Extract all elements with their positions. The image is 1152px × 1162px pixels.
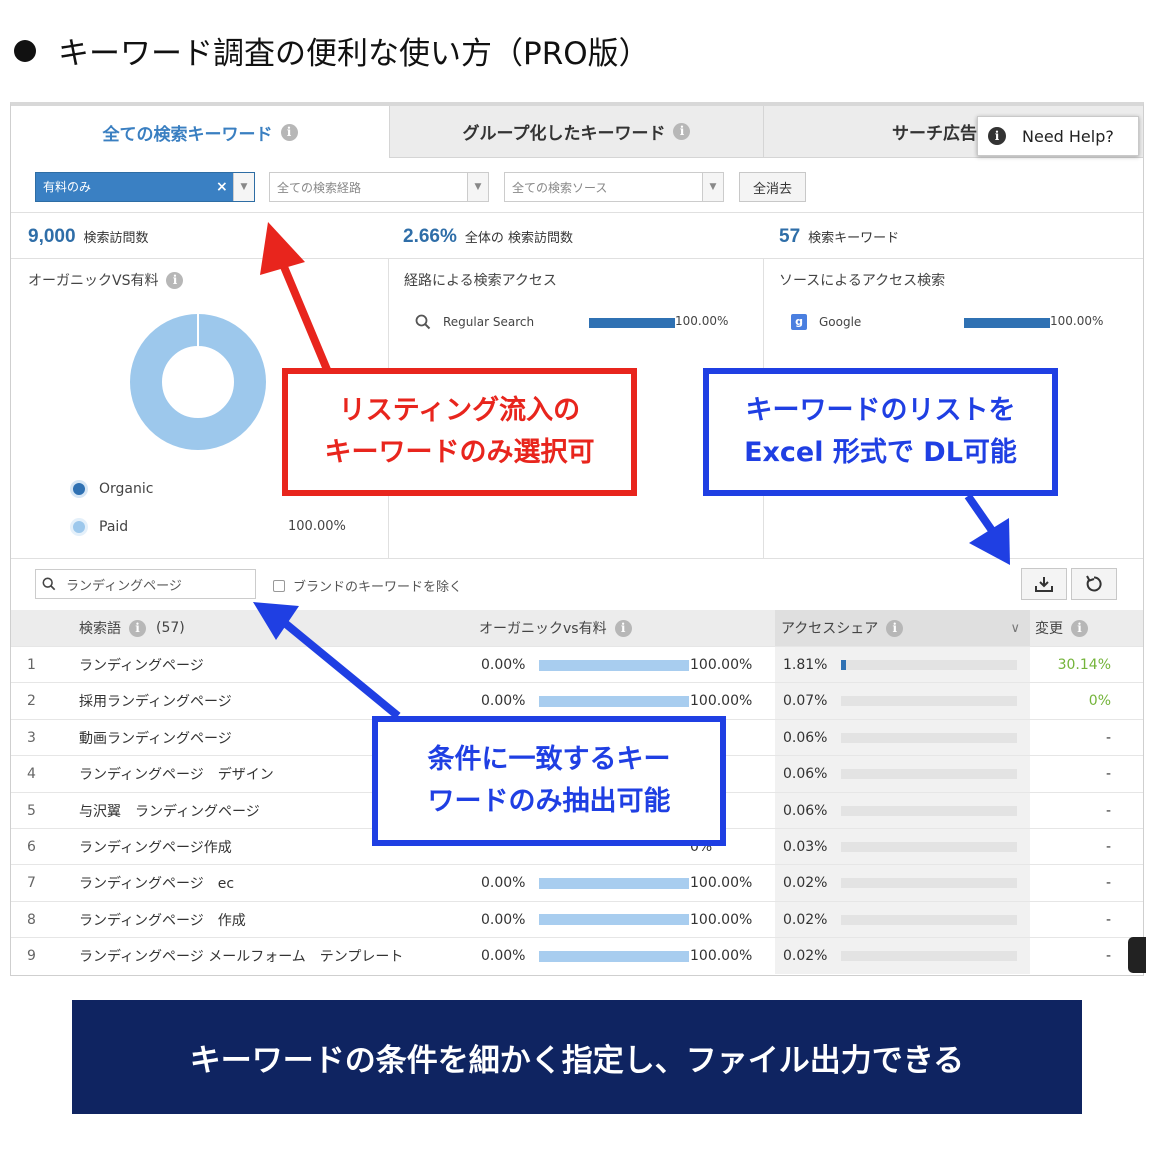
blue-arrow-head-filter — [253, 602, 299, 640]
callout-listing: リスティング流入の キーワードのみ選択可 — [282, 368, 637, 496]
side-widget-tab[interactable] — [1128, 937, 1146, 973]
callout-line: キーワードのみ選択可 — [324, 437, 595, 468]
blue-arrow-line-excel — [964, 493, 997, 535]
annotation-arrows — [253, 222, 1010, 720]
blue-arrow-line-filter — [283, 620, 401, 720]
callout-line: キーワードのリストを — [745, 395, 1016, 427]
summary-banner: キーワードの条件を細かく指定し、ファイル出力できる — [72, 1000, 1082, 1114]
callout-line: 条件に一致するキー — [427, 744, 671, 776]
callout-line: リスティング流入の — [338, 395, 581, 427]
callout-filter: 条件に一致するキー ワードのみ抽出可能 — [372, 716, 726, 846]
red-arrow-line — [278, 260, 332, 374]
callout-line: ワードのみ抽出可能 — [427, 786, 671, 817]
callout-excel: キーワードのリストを Excel 形式で DL可能 — [703, 368, 1058, 496]
red-arrow-head — [260, 222, 305, 275]
callout-line: Excel 形式で DL可能 — [744, 437, 1017, 468]
